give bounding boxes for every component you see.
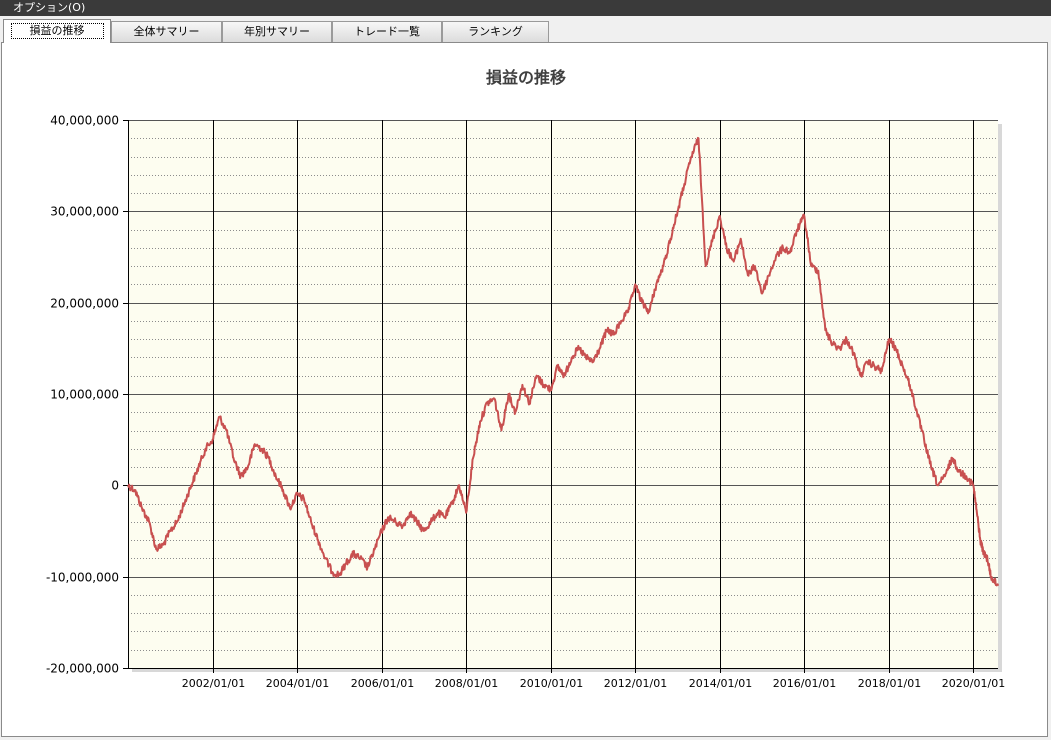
- tab-trade-list[interactable]: トレード一覧: [332, 21, 442, 42]
- x-tick-label: 2012/01/01: [604, 677, 667, 690]
- x-tick-label: 2020/01/01: [942, 677, 1005, 690]
- tab-overall-summary[interactable]: 全体サマリー: [111, 21, 222, 42]
- tab-label: 損益の推移: [10, 23, 104, 39]
- x-tick-label: 2002/01/01: [182, 677, 245, 690]
- x-tick-label: 2010/01/01: [520, 677, 583, 690]
- x-tick-label: 2014/01/01: [689, 677, 752, 690]
- tab-label: トレード一覧: [354, 25, 420, 38]
- chart-panel: 損益の推移 2002/01/01 2004/01/01 2006/01/01 2008…: [1, 42, 1048, 737]
- x-tick-label: 2008/01/01: [435, 677, 498, 690]
- pnl-chart: 損益の推移 2002/01/01 2004/01/01 2006/01/01 2008…: [46, 68, 1005, 690]
- chart-title: 損益の推移: [486, 68, 566, 87]
- y-tick-label: 0: [111, 479, 119, 493]
- tab-label: ランキング: [468, 25, 523, 38]
- y-tick-label: 30,000,000: [50, 205, 119, 219]
- y-tick-label: -20,000,000: [46, 662, 119, 676]
- y-tick-label: -10,000,000: [46, 571, 119, 585]
- tab-yearly-summary[interactable]: 年別サマリー: [222, 21, 332, 42]
- tab-label: 年別サマリー: [244, 25, 310, 38]
- y-tick-label: 20,000,000: [50, 297, 119, 311]
- tab-label: 全体サマリー: [133, 25, 200, 38]
- x-tick-label: 2004/01/01: [266, 677, 329, 690]
- tab-strip: 損益の推移 全体サマリー 年別サマリー トレード一覧 ランキング: [0, 17, 1051, 43]
- tab-ranking[interactable]: ランキング: [442, 21, 549, 42]
- y-tick-label: 40,000,000: [50, 114, 119, 128]
- x-tick-label: 2016/01/01: [773, 677, 836, 690]
- menu-bar: オプション(O): [0, 0, 1051, 16]
- options-menu[interactable]: オプション(O): [13, 0, 85, 16]
- x-tick-label: 2006/01/01: [351, 677, 414, 690]
- y-tick-label: 10,000,000: [50, 388, 119, 402]
- tab-pnl-history[interactable]: 損益の推移: [3, 19, 111, 43]
- x-tick-label: 2018/01/01: [858, 677, 921, 690]
